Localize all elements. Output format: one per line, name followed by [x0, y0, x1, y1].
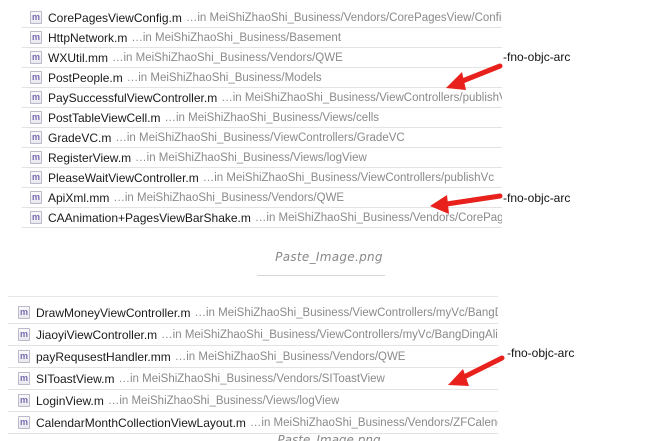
- file-row[interactable]: m CalendarMonthCollectionViewLayout.m …in …: [8, 412, 498, 434]
- file-path: …in MeiShiZhaoShi_Business/Vendors/QWE: [112, 51, 343, 64]
- file-name: PostTableViewCell.m: [48, 110, 161, 125]
- file-row[interactable]: m JiaoyiViewController.m …in MeiShiZhaoShi…: [8, 324, 498, 346]
- compiler-flag-annotation: -fno-objc-arc: [503, 191, 571, 205]
- source-file-icon: m: [30, 91, 42, 104]
- file-row[interactable]: m PostPeople.m …in MeiShiZhaoShi_Business/…: [22, 68, 502, 88]
- source-file-icon: m: [18, 350, 30, 363]
- source-file-icon: m: [30, 191, 42, 204]
- file-row[interactable]: m payRequsestHandler.mm …in MeiShiZhaoShi_…: [8, 346, 498, 368]
- compile-sources-list-top: m CorePagesViewConfig.m …in MeiShiZhaoShi_…: [22, 8, 502, 232]
- file-path: …in MeiShiZhaoShi_Business/Vendors/ZFCal…: [249, 416, 498, 429]
- file-name: HttpNetwork.m: [48, 30, 128, 45]
- file-name: WXUtil.mm: [48, 50, 108, 65]
- source-file-icon: m: [30, 211, 42, 224]
- file-path: …in MeiShiZhaoShi_Business/Vendors/SIToa…: [118, 372, 385, 385]
- file-path: …in MeiShiZhaoShi_Business/ViewControlle…: [221, 91, 502, 104]
- file-name: RegisterView.m: [48, 150, 132, 165]
- source-file-icon: m: [18, 372, 30, 385]
- file-name: PaySuccessfulViewController.m: [48, 90, 218, 105]
- file-row[interactable]: m LoginView.m …in MeiShiZhaoShi_Business/V…: [8, 390, 498, 412]
- panel-divider: [8, 296, 498, 297]
- file-path: …in MeiShiZhaoShi_Business/Vendors/CoreP…: [254, 211, 502, 224]
- file-row[interactable]: m DrawMoneyViewController.m …in MeiShiZhao…: [8, 302, 498, 324]
- file-path: …in MeiShiZhaoShi_Business/Views/logView: [107, 394, 340, 407]
- file-row[interactable]: m ApiXml.mm …in MeiShiZhaoShi_Business/Ven…: [22, 188, 502, 208]
- file-name: DrawMoneyViewController.m: [36, 305, 191, 320]
- file-name: payRequsestHandler.mm: [36, 349, 171, 364]
- file-row[interactable]: m WXUtil.mm …in MeiShiZhaoShi_Business/Ven…: [22, 48, 502, 68]
- file-name: CAAnimation+PagesViewBarShake.m: [48, 210, 251, 225]
- caption-divider: [257, 275, 385, 276]
- file-path: …in MeiShiZhaoShi_Business/ViewControlle…: [202, 171, 494, 184]
- file-name: PostPeople.m: [48, 70, 123, 85]
- file-path: …in MeiShiZhaoShi_Business/Views/logView: [135, 151, 367, 164]
- file-row[interactable]: m GradeVC.m …in MeiShiZhaoShi_Business/Vie…: [22, 128, 502, 148]
- file-row[interactable]: m CorePagesViewConfig.m …in MeiShiZhaoShi_…: [22, 8, 502, 28]
- source-file-icon: m: [18, 394, 30, 407]
- source-file-icon: m: [30, 131, 42, 144]
- file-row[interactable]: m PaySuccessfulViewController.m …in MeiShi…: [22, 88, 502, 108]
- file-name: GradeVC.m: [48, 130, 112, 145]
- file-name: CorePagesViewConfig.m: [48, 10, 182, 25]
- file-row[interactable]: m SIToastView.m …in MeiShiZhaoShi_Business…: [8, 368, 498, 390]
- file-path: …in MeiShiZhaoShi_Business/Views/cells: [164, 111, 380, 124]
- source-file-icon: m: [30, 151, 42, 164]
- compiler-flag-annotation: -fno-objc-arc: [507, 346, 575, 360]
- file-name: ApiXml.mm: [48, 190, 110, 205]
- file-path: …in MeiShiZhaoShi_Business/ViewControlle…: [161, 328, 498, 341]
- compiler-flag-annotation: -fno-objc-arc: [503, 50, 571, 64]
- source-file-icon: m: [18, 416, 30, 429]
- file-path: …in MeiShiZhaoShi_Business/ViewControlle…: [194, 306, 499, 319]
- file-row[interactable]: m CAAnimation+PagesViewBarShake.m …in MeiS…: [22, 208, 502, 228]
- file-path: …in MeiShiZhaoShi_Business/ViewControlle…: [115, 131, 405, 144]
- file-name: SIToastView.m: [36, 371, 115, 386]
- file-name: LoginView.m: [36, 393, 104, 408]
- source-file-icon: m: [30, 171, 42, 184]
- file-path: …in MeiShiZhaoShi_Business/Vendors/CoreP…: [185, 11, 502, 24]
- file-path: …in MeiShiZhaoShi_Business/Basement: [131, 31, 342, 44]
- file-name: CalendarMonthCollectionViewLayout.m: [36, 415, 246, 430]
- image-caption-partial: Paste_Image.png: [277, 433, 381, 441]
- file-row[interactable]: m PleaseWaitViewController.m …in MeiShiZha…: [22, 168, 502, 188]
- file-name: PleaseWaitViewController.m: [48, 170, 199, 185]
- source-file-icon: m: [18, 328, 30, 341]
- file-name: JiaoyiViewController.m: [36, 327, 158, 342]
- file-path: …in MeiShiZhaoShi_Business/Vendors/QWE: [174, 350, 406, 363]
- source-file-icon: m: [18, 306, 30, 319]
- source-file-icon: m: [30, 31, 42, 44]
- source-file-icon: m: [30, 71, 42, 84]
- file-row[interactable]: m PostTableViewCell.m …in MeiShiZhaoShi_Bu…: [22, 108, 502, 128]
- file-row[interactable]: m HttpNetwork.m …in MeiShiZhaoShi_Business…: [22, 28, 502, 48]
- compile-sources-list-bottom: m DrawMoneyViewController.m …in MeiShiZhao…: [8, 302, 498, 440]
- file-row[interactable]: m RegisterView.m …in MeiShiZhaoShi_Busines…: [22, 148, 502, 168]
- source-file-icon: m: [30, 51, 42, 64]
- image-caption: Paste_Image.png: [275, 250, 383, 264]
- file-path: …in MeiShiZhaoShi_Business/Vendors/QWE: [113, 191, 345, 204]
- source-file-icon: m: [30, 11, 42, 24]
- source-file-icon: m: [30, 111, 42, 124]
- file-path: …in MeiShiZhaoShi_Business/Models: [126, 71, 322, 84]
